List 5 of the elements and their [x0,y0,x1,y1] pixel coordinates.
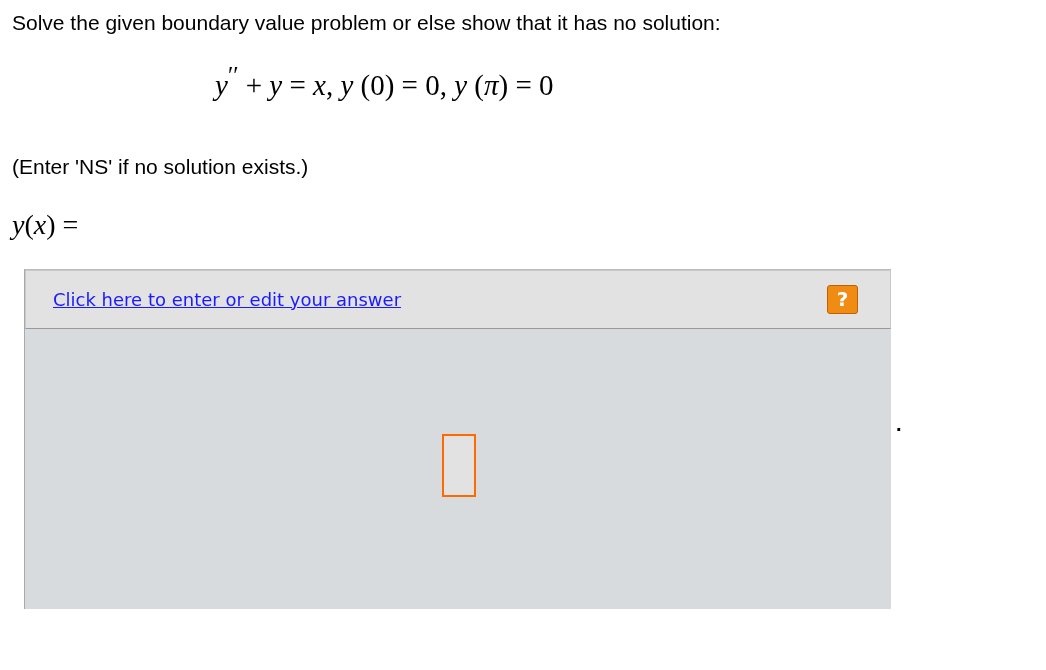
period-mark: . [896,413,902,434]
edit-answer-link[interactable]: Click here to enter or edit your answer [53,288,402,310]
answer-box[interactable] [442,433,476,497]
question-text: Solve the given boundary value problem or else show that it has no solution: [12,10,721,35]
hint-text: (Enter 'NS' if no solution exists.) [12,154,309,179]
